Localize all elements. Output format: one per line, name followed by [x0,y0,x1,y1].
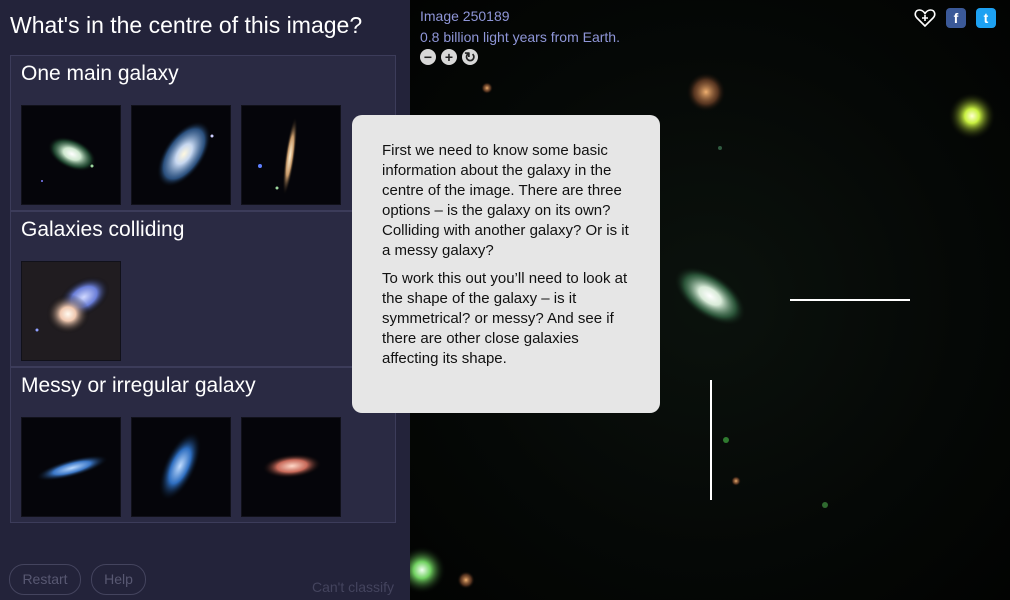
zoom-in-button[interactable]: + [441,49,457,65]
option-label: One main galaxy [21,62,179,85]
help-tooltip: First we need to know some basic informa… [352,115,660,413]
option-label: Messy or irregular galaxy [21,374,256,397]
twitter-share-button[interactable]: t [976,8,996,28]
classification-panel: What's in the centre of this image? One … [0,0,410,600]
thumbnail-irregular-galaxy-1[interactable] [21,417,121,517]
tooltip-paragraph-1: First we need to know some basic informa… [382,142,629,259]
help-button[interactable]: Help [91,564,146,595]
favourite-button[interactable] [914,8,936,28]
thumbnail-irregular-galaxy-3[interactable] [241,417,341,517]
thumbnail-spiral-galaxy[interactable] [131,105,231,205]
option-label: Galaxies colliding [21,218,185,241]
zoom-out-button[interactable]: − [420,49,436,65]
zoom-reset-button[interactable]: ↻ [462,49,478,65]
image-distance: 0.8 billion light years from Earth. [420,29,620,45]
option-galaxies-colliding[interactable]: Galaxies colliding [10,211,396,367]
crosshair-horizontal-marker [790,299,910,301]
heart-plus-icon [914,9,936,28]
cant-classify-link[interactable]: Can't classify [312,579,394,595]
option-one-main-galaxy[interactable]: One main galaxy [10,55,396,211]
image-title: Image 250189 [420,8,510,24]
thumbnail-colliding-galaxies[interactable] [21,261,121,361]
restart-button[interactable]: Restart [9,564,81,595]
thumbnail-irregular-galaxy-2[interactable] [131,417,231,517]
thumbnail-edge-on-galaxy[interactable] [241,105,341,205]
thumbnail-smooth-galaxy[interactable] [21,105,121,205]
tooltip-paragraph-2: To work this out you’ll need to look at … [382,270,628,367]
question-title: What's in the centre of this image? [10,12,363,38]
crosshair-vertical-marker [710,380,712,500]
facebook-share-button[interactable]: f [946,8,966,28]
option-messy-irregular-galaxy[interactable]: Messy or irregular galaxy [10,367,396,523]
